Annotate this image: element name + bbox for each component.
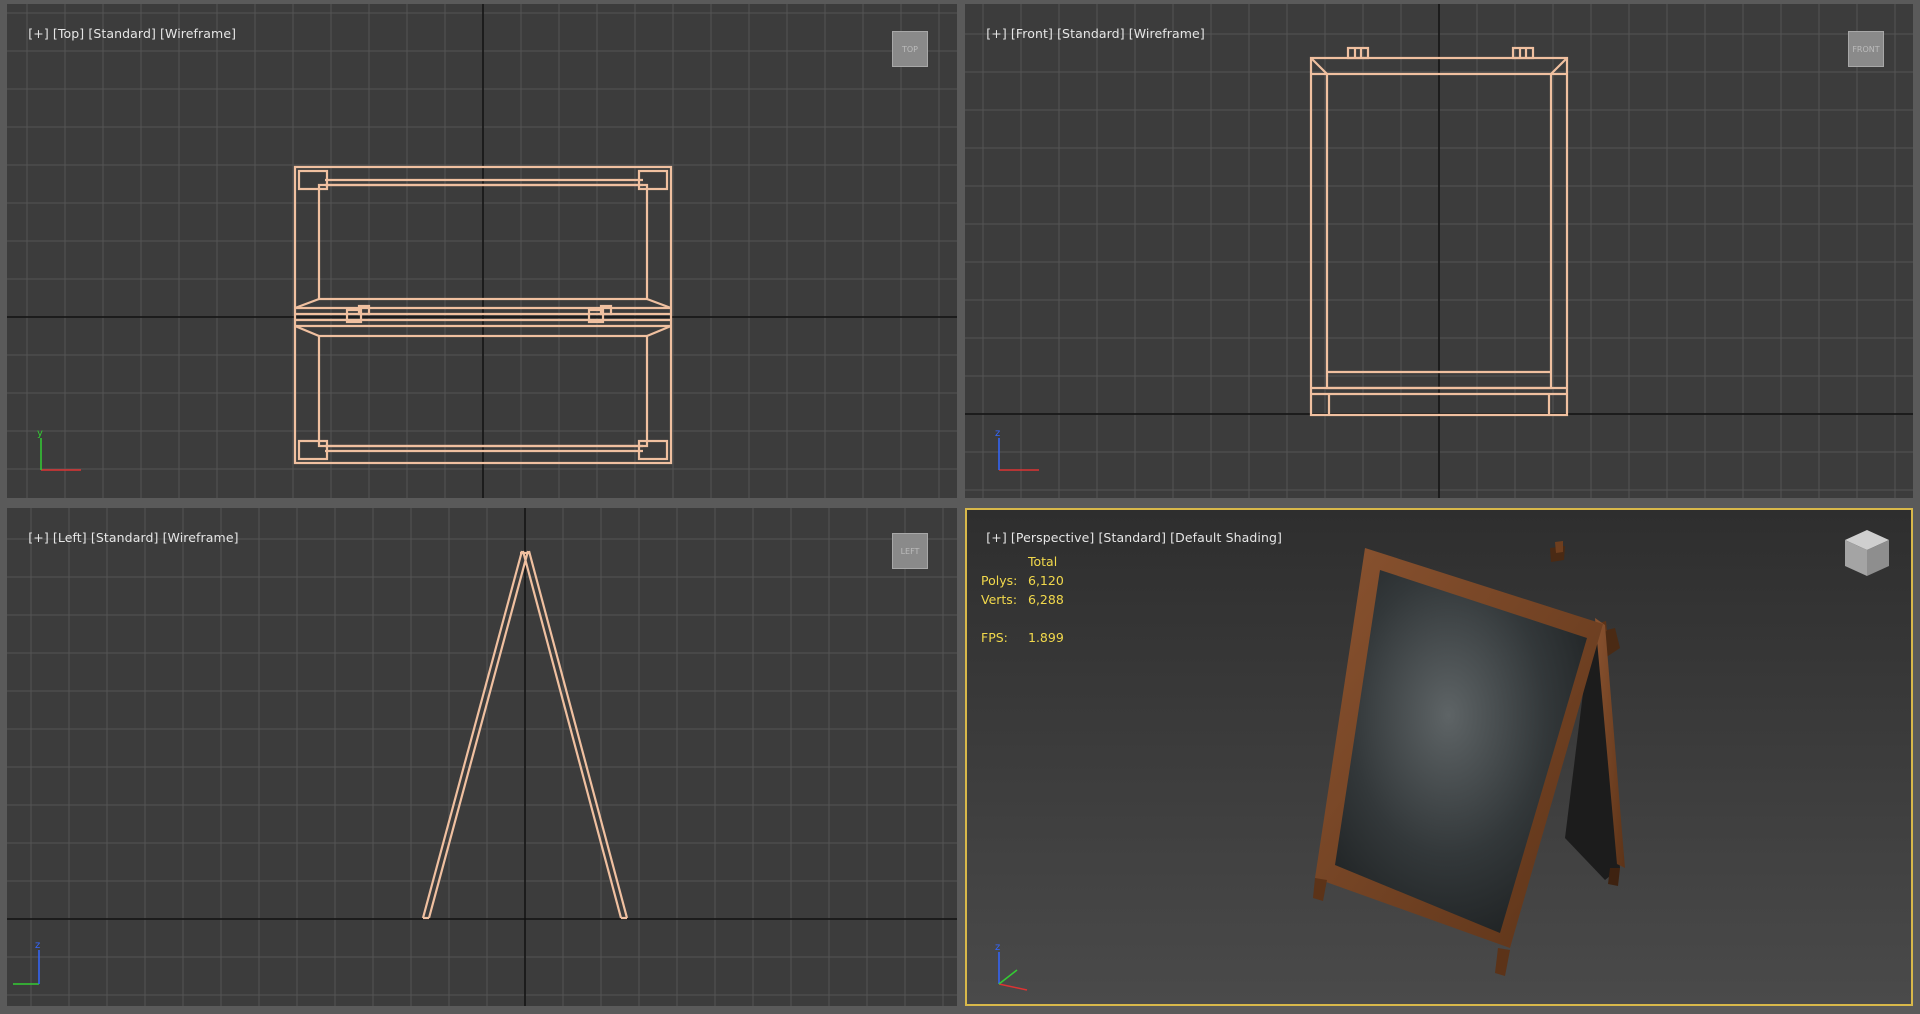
chalkboard-render (1313, 541, 1625, 976)
stats-polys-label: Polys: (981, 573, 1018, 588)
viewcube-front[interactable]: FRONT (1848, 31, 1884, 67)
viewport-top[interactable]: [+] [Top] [Standard] [Wireframe] TOP y (7, 4, 957, 498)
viewcube-left[interactable]: LEFT (892, 533, 928, 569)
shading-mode-wireframe[interactable]: [Wireframe] (163, 530, 239, 545)
viewport-label-top[interactable]: [+] [Top] [Standard] [Wireframe] (12, 11, 236, 56)
view-style-standard[interactable]: [Standard] (1057, 26, 1125, 41)
axis-tripod-left: z (13, 940, 40, 985)
axis-tripod-perspective: z (995, 942, 1028, 991)
viewport-perspective[interactable]: [+] [Perspective] [Standard] [Default Sh… (965, 508, 1913, 1006)
shading-mode-wireframe[interactable]: [Wireframe] (1129, 26, 1205, 41)
view-style-standard[interactable]: [Standard] (1098, 530, 1166, 545)
svg-text:z: z (35, 940, 40, 951)
stats-total-label: Total (1028, 554, 1058, 569)
shading-mode-default[interactable]: [Default Shading] (1170, 530, 1282, 545)
viewport-front[interactable]: [+] [Front] [Standard] [Wireframe] FRONT… (965, 4, 1913, 498)
stats-polys-value: 6,120 (1028, 573, 1064, 588)
view-style-standard[interactable]: [Standard] (91, 530, 159, 545)
svg-text:z: z (995, 942, 1000, 953)
view-name-left[interactable]: [Left] (53, 530, 87, 545)
viewcube-top[interactable]: TOP (892, 31, 928, 67)
grid-top (7, 4, 957, 498)
viewport-label-front[interactable]: [+] [Front] [Standard] [Wireframe] (970, 11, 1205, 56)
viewport-menu-plus[interactable]: [+] (986, 26, 1007, 41)
viewport-label-left[interactable]: [+] [Left] [Standard] [Wireframe] (12, 515, 239, 560)
grid-front (965, 4, 1913, 498)
grid-left (7, 508, 957, 1006)
view-name-front[interactable]: [Front] (1011, 26, 1053, 41)
shading-mode-wireframe[interactable]: [Wireframe] (160, 26, 236, 41)
view-name-perspective[interactable]: [Perspective] (1011, 530, 1094, 545)
viewport-menu-plus[interactable]: [+] (28, 26, 49, 41)
stats-verts-value: 6,288 (1028, 592, 1064, 607)
stats-fps-label: FPS: (981, 630, 1008, 645)
stats-fps-value: 1.899 (1028, 630, 1064, 645)
view-name-top[interactable]: [Top] (53, 26, 84, 41)
statistics-overlay: Total Polys: 6,120 Verts: 6,288 FPS: 1.899 (981, 552, 1064, 647)
axis-tripod-top: y (37, 428, 81, 471)
viewport-menu-plus[interactable]: [+] (986, 530, 1007, 545)
axis-tripod-front: z (995, 428, 1039, 471)
svg-text:z: z (995, 428, 1000, 439)
viewport-menu-plus[interactable]: [+] (28, 530, 49, 545)
stats-verts-label: Verts: (981, 592, 1018, 607)
viewport-left[interactable]: [+] [Left] [Standard] [Wireframe] LEFT z (7, 508, 957, 1006)
svg-text:y: y (37, 428, 43, 439)
view-style-standard[interactable]: [Standard] (88, 26, 156, 41)
viewcube-perspective[interactable] (1839, 526, 1895, 586)
